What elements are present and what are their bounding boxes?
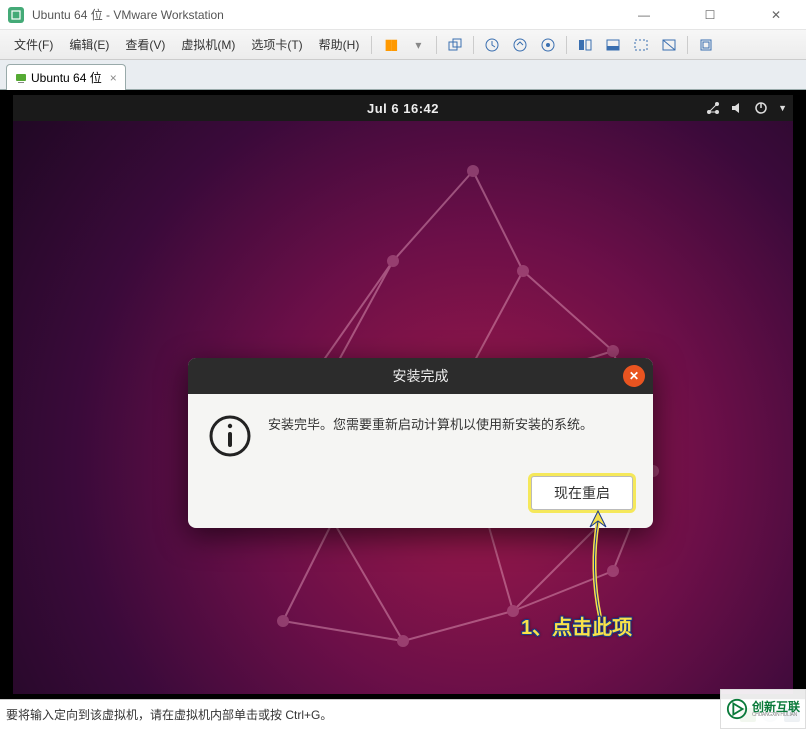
menubar: 文件(F) 编辑(E) 查看(V) 虚拟机(M) 选项卡(T) 帮助(H) ▮▮… (0, 30, 806, 60)
tool-layout2-icon[interactable] (601, 33, 625, 57)
dialog-close-button[interactable]: ✕ (623, 365, 645, 387)
menu-view[interactable]: 查看(V) (117, 36, 173, 53)
ubuntu-desktop: 安装完成 ✕ 安装完毕。您需要重新启动计算机以使用新安装的系统。 现在重启 (13, 121, 793, 694)
tool-manage-icon[interactable] (536, 33, 560, 57)
menu-edit[interactable]: 编辑(E) (61, 36, 117, 53)
vm-icon (15, 72, 27, 84)
watermark-icon (726, 698, 748, 720)
app-icon (8, 7, 24, 23)
dropdown-icon[interactable]: ▾ (406, 33, 430, 57)
dialog-body: 安装完毕。您需要重新启动计算机以使用新安装的系统。 (188, 394, 653, 476)
menu-separator (687, 36, 688, 54)
tabbar: Ubuntu 64 位 × (0, 60, 806, 90)
close-button[interactable]: ✕ (754, 8, 798, 22)
power-icon[interactable] (754, 101, 768, 115)
watermark-cn: 创新互联 (752, 701, 800, 713)
tool-snapshot-icon[interactable] (480, 33, 504, 57)
dialog-header[interactable]: 安装完成 ✕ (188, 358, 653, 394)
ubuntu-topbar: Jul 6 16:42 ▼ (13, 95, 793, 121)
menu-separator (473, 36, 474, 54)
tool-send-icon[interactable] (443, 33, 467, 57)
watermark: 创新互联 CHUANGXIN HULIAN (720, 689, 806, 729)
tab-close-icon[interactable]: × (110, 71, 117, 85)
install-complete-dialog: 安装完成 ✕ 安装完毕。您需要重新启动计算机以使用新安装的系统。 现在重启 (188, 358, 653, 528)
tool-unity-icon[interactable] (657, 33, 681, 57)
tool-revert-icon[interactable] (508, 33, 532, 57)
network-icon[interactable] (706, 101, 720, 115)
menu-tabs[interactable]: 选项卡(T) (243, 36, 310, 53)
tool-layout1-icon[interactable] (573, 33, 597, 57)
menu-file[interactable]: 文件(F) (6, 36, 61, 53)
menu-help[interactable]: 帮助(H) (311, 36, 368, 53)
dialog-actions: 现在重启 (188, 476, 653, 528)
menu-separator (371, 36, 372, 54)
watermark-en: CHUANGXIN HULIAN (752, 713, 800, 718)
tool-library-icon[interactable] (694, 33, 718, 57)
minimize-button[interactable]: — (622, 8, 666, 22)
volume-icon[interactable] (730, 101, 744, 115)
system-tray[interactable]: ▼ (706, 101, 787, 115)
menu-vm[interactable]: 虚拟机(M) (173, 36, 243, 53)
window-titlebar: Ubuntu 64 位 - VMware Workstation — ☐ ✕ (0, 0, 806, 30)
tool-fullscreen-icon[interactable] (629, 33, 653, 57)
maximize-button[interactable]: ☐ (688, 8, 732, 22)
menu-separator (436, 36, 437, 54)
clock-label[interactable]: Jul 6 16:42 (367, 101, 439, 116)
info-icon (208, 414, 252, 458)
statusbar: 要将输入定向到该虚拟机，请在虚拟机内部单击或按 Ctrl+G。 (0, 699, 806, 729)
window-title: Ubuntu 64 位 - VMware Workstation (32, 6, 224, 23)
restart-now-button[interactable]: 现在重启 (531, 476, 633, 510)
guest-screen[interactable]: Jul 6 16:42 ▼ (13, 95, 793, 694)
menu-separator (566, 36, 567, 54)
vm-viewport[interactable]: Jul 6 16:42 ▼ (0, 90, 806, 699)
tab-label: Ubuntu 64 位 (31, 69, 102, 86)
dialog-title: 安装完成 (393, 366, 449, 386)
chevron-down-icon[interactable]: ▼ (778, 103, 787, 113)
window-controls: — ☐ ✕ (622, 8, 798, 22)
vm-tab[interactable]: Ubuntu 64 位 × (6, 64, 126, 90)
pause-icon[interactable]: ▮▮ (378, 33, 402, 57)
dialog-message: 安装完毕。您需要重新启动计算机以使用新安装的系统。 (268, 414, 633, 433)
status-text: 要将输入定向到该虚拟机，请在虚拟机内部单击或按 Ctrl+G。 (6, 706, 332, 723)
